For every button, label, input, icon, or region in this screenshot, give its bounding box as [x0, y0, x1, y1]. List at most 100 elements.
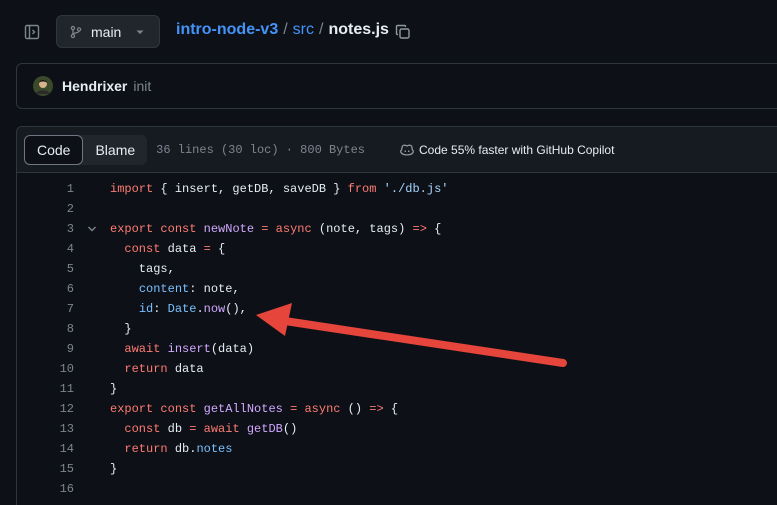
user-avatar-icon	[33, 76, 53, 96]
code-text: return data	[110, 362, 204, 376]
code-token: return	[124, 362, 168, 376]
code-view: 1 import { insert, getDB, saveDB } from '…	[17, 179, 777, 499]
code-token: getAllNotes	[203, 402, 283, 416]
sidebar-toggle-icon	[24, 24, 40, 40]
line-number[interactable]: 14	[17, 442, 74, 456]
code-token: return	[124, 442, 168, 456]
code-line: 16	[17, 479, 777, 499]
code-token: Date	[167, 302, 197, 316]
fold-toggle-button[interactable]	[74, 224, 110, 234]
line-number[interactable]: 11	[17, 382, 74, 396]
code-line: 12 export const getAllNotes = async () =>…	[17, 399, 777, 419]
line-number[interactable]: 2	[17, 202, 74, 216]
breadcrumb-separator: /	[319, 21, 324, 38]
code-text: const data = {	[110, 242, 225, 256]
line-number[interactable]: 7	[17, 302, 74, 316]
code-line: 5 tags,	[17, 259, 777, 279]
code-token: }	[110, 382, 118, 396]
code-text: }	[110, 382, 117, 396]
code-token: const	[160, 222, 197, 236]
tab-blame[interactable]: Blame	[83, 135, 147, 165]
code-token: export	[110, 222, 154, 236]
code-token: {	[426, 222, 442, 236]
breadcrumb: intro-node-v3 / src / notes.js	[176, 21, 389, 39]
code-line: 8 }	[17, 319, 777, 339]
fold-chevron-icon	[88, 226, 96, 232]
avatar[interactable]	[33, 76, 53, 96]
code-token: export	[110, 402, 154, 416]
line-number[interactable]: 1	[17, 182, 74, 196]
code-text: }	[110, 322, 131, 336]
code-text: return db.notes	[110, 442, 232, 456]
code-line: 6 content: note,	[17, 279, 777, 299]
code-token: insert	[167, 342, 211, 356]
code-token: newNote	[203, 222, 255, 236]
line-number[interactable]: 9	[17, 342, 74, 356]
commit-author-link[interactable]: Hendrixer	[62, 78, 127, 94]
code-line: 3 export const newNote = async (note, tag…	[17, 219, 777, 239]
line-number[interactable]: 5	[17, 262, 74, 276]
file-header: Code Blame 36 lines (30 loc) · 800 Bytes…	[17, 127, 777, 173]
breadcrumb-separator: /	[283, 21, 288, 38]
copilot-promo-link[interactable]: Code 55% faster with GitHub Copilot	[399, 142, 614, 158]
code-token: const	[160, 402, 197, 416]
code-token: { insert, getDB, saveDB }	[153, 182, 348, 196]
breadcrumb-folder-link[interactable]: src	[293, 21, 314, 39]
commit-message-link[interactable]: init	[133, 78, 151, 94]
code-text: }	[110, 462, 117, 476]
code-token: const	[124, 422, 161, 436]
code-token: const	[124, 242, 161, 256]
line-number[interactable]: 4	[17, 242, 74, 256]
line-number[interactable]: 10	[17, 362, 74, 376]
code-text: content: note,	[110, 282, 240, 296]
code-token: import	[110, 182, 154, 196]
breadcrumb-repo-link[interactable]: intro-node-v3	[176, 21, 278, 39]
code-token: =	[203, 242, 211, 256]
branch-selector-button[interactable]: main	[56, 15, 160, 48]
code-line: 11}	[17, 379, 777, 399]
code-line: 13 const db = await getDB()	[17, 419, 777, 439]
file-viewer: Code Blame 36 lines (30 loc) · 800 Bytes…	[16, 126, 777, 505]
tab-code[interactable]: Code	[24, 134, 84, 165]
line-number[interactable]: 8	[17, 322, 74, 336]
line-number[interactable]: 16	[17, 482, 74, 496]
code-text: await insert(data)	[110, 342, 254, 356]
code-token: now	[203, 302, 226, 316]
code-text: import { insert, getDB, saveDB } from '.…	[110, 182, 448, 196]
code-line: 9 await insert(data)	[17, 339, 777, 359]
file-stats: 36 lines (30 loc) · 800 Bytes	[156, 142, 365, 157]
code-line: 7 id: Date.now(),	[17, 299, 777, 319]
copy-path-button[interactable]	[393, 22, 413, 42]
code-text: export const getAllNotes = async () => {	[110, 402, 398, 416]
code-text: const db = await getDB()	[110, 422, 297, 436]
line-number[interactable]: 15	[17, 462, 74, 476]
sidebar-toggle-button[interactable]	[18, 18, 46, 46]
code-token: data	[167, 362, 204, 376]
code-text: export const newNote = async (note, tags…	[110, 222, 441, 236]
code-token: db.	[167, 442, 197, 456]
copilot-icon	[400, 144, 414, 156]
code-token: }	[110, 462, 118, 476]
copy-icon	[395, 24, 410, 39]
line-number[interactable]: 6	[17, 282, 74, 296]
line-number[interactable]: 3	[17, 222, 74, 236]
copilot-promo-text: Code 55% faster with GitHub Copilot	[419, 142, 615, 157]
code-token: (data)	[210, 342, 255, 356]
code-token: await	[124, 342, 161, 356]
code-token: ()	[282, 422, 298, 436]
git-branch-icon	[70, 25, 82, 38]
code-token: async	[304, 402, 341, 416]
line-number[interactable]: 12	[17, 402, 74, 416]
code-token: id	[138, 302, 154, 316]
line-number[interactable]: 13	[17, 422, 74, 436]
code-token: async	[275, 222, 312, 236]
code-token: {	[210, 242, 226, 256]
